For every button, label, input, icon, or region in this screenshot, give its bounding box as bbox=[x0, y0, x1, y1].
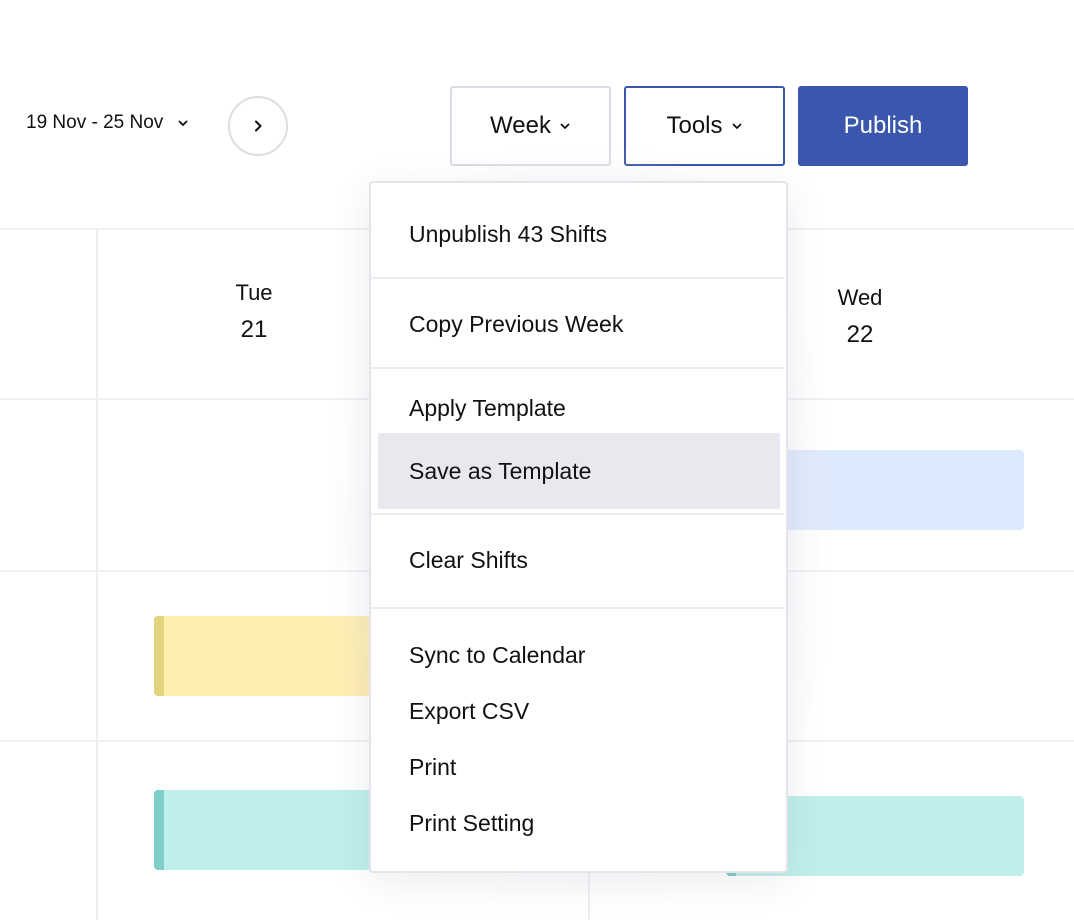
day-name: Tue bbox=[235, 280, 273, 305]
shift-block[interactable] bbox=[154, 616, 394, 696]
chevron-down-icon bbox=[178, 120, 188, 126]
date-range-label: 19 Nov - 25 Nov bbox=[26, 112, 164, 133]
next-week-button[interactable] bbox=[228, 96, 288, 156]
tools-dropdown-button[interactable]: Tools bbox=[624, 86, 785, 166]
day-header-tue: Tue 21 bbox=[194, 280, 314, 344]
menu-item-export-csv[interactable]: Export CSV bbox=[378, 683, 780, 739]
shift-color-stripe bbox=[154, 790, 164, 870]
menu-item-label: Print Setting bbox=[409, 809, 535, 836]
day-number: 22 bbox=[846, 321, 874, 348]
menu-item-sync-to-calendar[interactable]: Sync to Calendar bbox=[378, 627, 780, 683]
week-view-dropdown[interactable]: Week bbox=[450, 86, 611, 166]
menu-separator bbox=[371, 513, 784, 515]
date-range-selector[interactable]: 19 Nov - 25 Nov bbox=[26, 112, 189, 134]
menu-item-label: Print bbox=[409, 753, 457, 780]
menu-item-print-setting[interactable]: Print Setting bbox=[378, 795, 780, 851]
menu-item-label: Clear Shifts bbox=[409, 546, 528, 573]
day-header-wed: Wed 22 bbox=[800, 285, 920, 349]
chevron-down-icon bbox=[732, 123, 741, 129]
menu-item-label: Sync to Calendar bbox=[409, 641, 586, 668]
menu-item-apply-template[interactable]: Apply Template bbox=[378, 379, 780, 437]
menu-item-unpublish-shifts[interactable]: Unpublish 43 Shifts bbox=[378, 201, 780, 267]
menu-item-print[interactable]: Print bbox=[378, 739, 780, 795]
publish-button[interactable]: Publish bbox=[798, 86, 968, 166]
shift-color-stripe bbox=[154, 616, 164, 696]
menu-item-clear-shifts[interactable]: Clear Shifts bbox=[378, 527, 780, 593]
menu-separator bbox=[371, 367, 784, 369]
publish-label: Publish bbox=[843, 112, 923, 139]
day-name: Wed bbox=[837, 285, 883, 310]
tools-menu: Unpublish 43 Shifts Copy Previous Week A… bbox=[369, 181, 788, 873]
day-number: 21 bbox=[240, 316, 268, 343]
menu-item-label: Apply Template bbox=[409, 394, 566, 421]
menu-item-label: Copy Previous Week bbox=[409, 310, 624, 337]
chevron-right-icon bbox=[255, 120, 262, 132]
week-view-label: Week bbox=[490, 112, 551, 139]
schedule-page: 19 Nov - 25 Nov Week Tools Publish Tue 2… bbox=[0, 0, 1074, 920]
menu-item-label: Export CSV bbox=[409, 697, 530, 724]
menu-separator bbox=[371, 277, 784, 279]
grid-divider bbox=[96, 228, 98, 920]
menu-item-save-as-template[interactable]: Save as Template bbox=[378, 433, 780, 509]
menu-separator bbox=[371, 607, 784, 609]
shift-block[interactable] bbox=[154, 790, 394, 870]
tools-label: Tools bbox=[666, 112, 723, 139]
menu-item-label: Save as Template bbox=[409, 457, 592, 484]
chevron-down-icon bbox=[560, 123, 570, 129]
menu-item-label: Unpublish 43 Shifts bbox=[409, 220, 608, 247]
menu-item-copy-previous-week[interactable]: Copy Previous Week bbox=[378, 291, 780, 357]
